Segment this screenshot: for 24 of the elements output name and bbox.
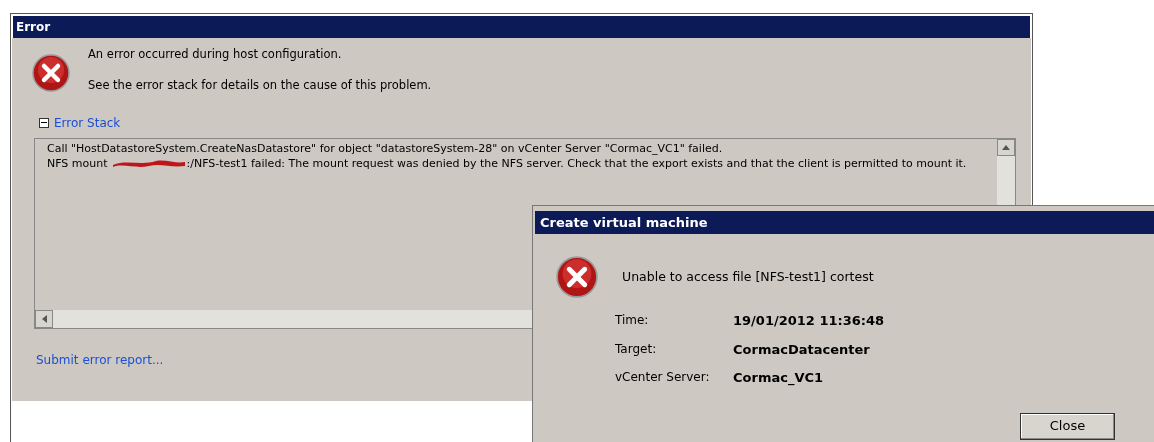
submit-report-link[interactable]: Submit error report... [36,350,164,369]
scroll-left-button[interactable] [35,309,53,328]
left-arrow-icon [41,314,47,323]
stack-text: :/NFS-test1 failed: The mount request was denied by the NFS server. Check that the export exists and that the client is permitted to mount it. [186,155,967,171]
window-title: Create virtual machine [540,213,708,232]
scroll-up-button[interactable] [997,138,1015,156]
error-message: An error occurred during host configuration. [88,46,343,63]
up-arrow-icon [1002,144,1010,150]
window-title: Error [16,19,51,36]
error-icon [32,54,70,92]
detail-label: Target: [615,340,658,358]
detail-label: vCenter Server: [615,369,711,386]
detail-value: CormacDatacenter [733,340,871,359]
detail-label: Time: [615,312,650,329]
collapse-icon[interactable] [39,117,49,128]
error-icon [556,256,598,298]
close-button[interactable]: Close [1020,412,1115,440]
error-stack-toggle[interactable]: Error Stack [54,113,121,132]
error-message: See the error stack for details on the cause of this problem. [88,77,432,95]
detail-value: 19/01/2012 11:36:48 [733,312,886,330]
detail-value: Cormac_VC1 [733,369,825,388]
stack-text: Call "HostDatastoreSystem.CreateNasDatastore" for object "datastoreSystem-28" on vCenter Server "Cormac_VC1" failed. [47,140,723,156]
stack-text: NFS mount [47,155,108,171]
error-message: Unable to access file [NFS-test1] cortest [622,267,874,286]
